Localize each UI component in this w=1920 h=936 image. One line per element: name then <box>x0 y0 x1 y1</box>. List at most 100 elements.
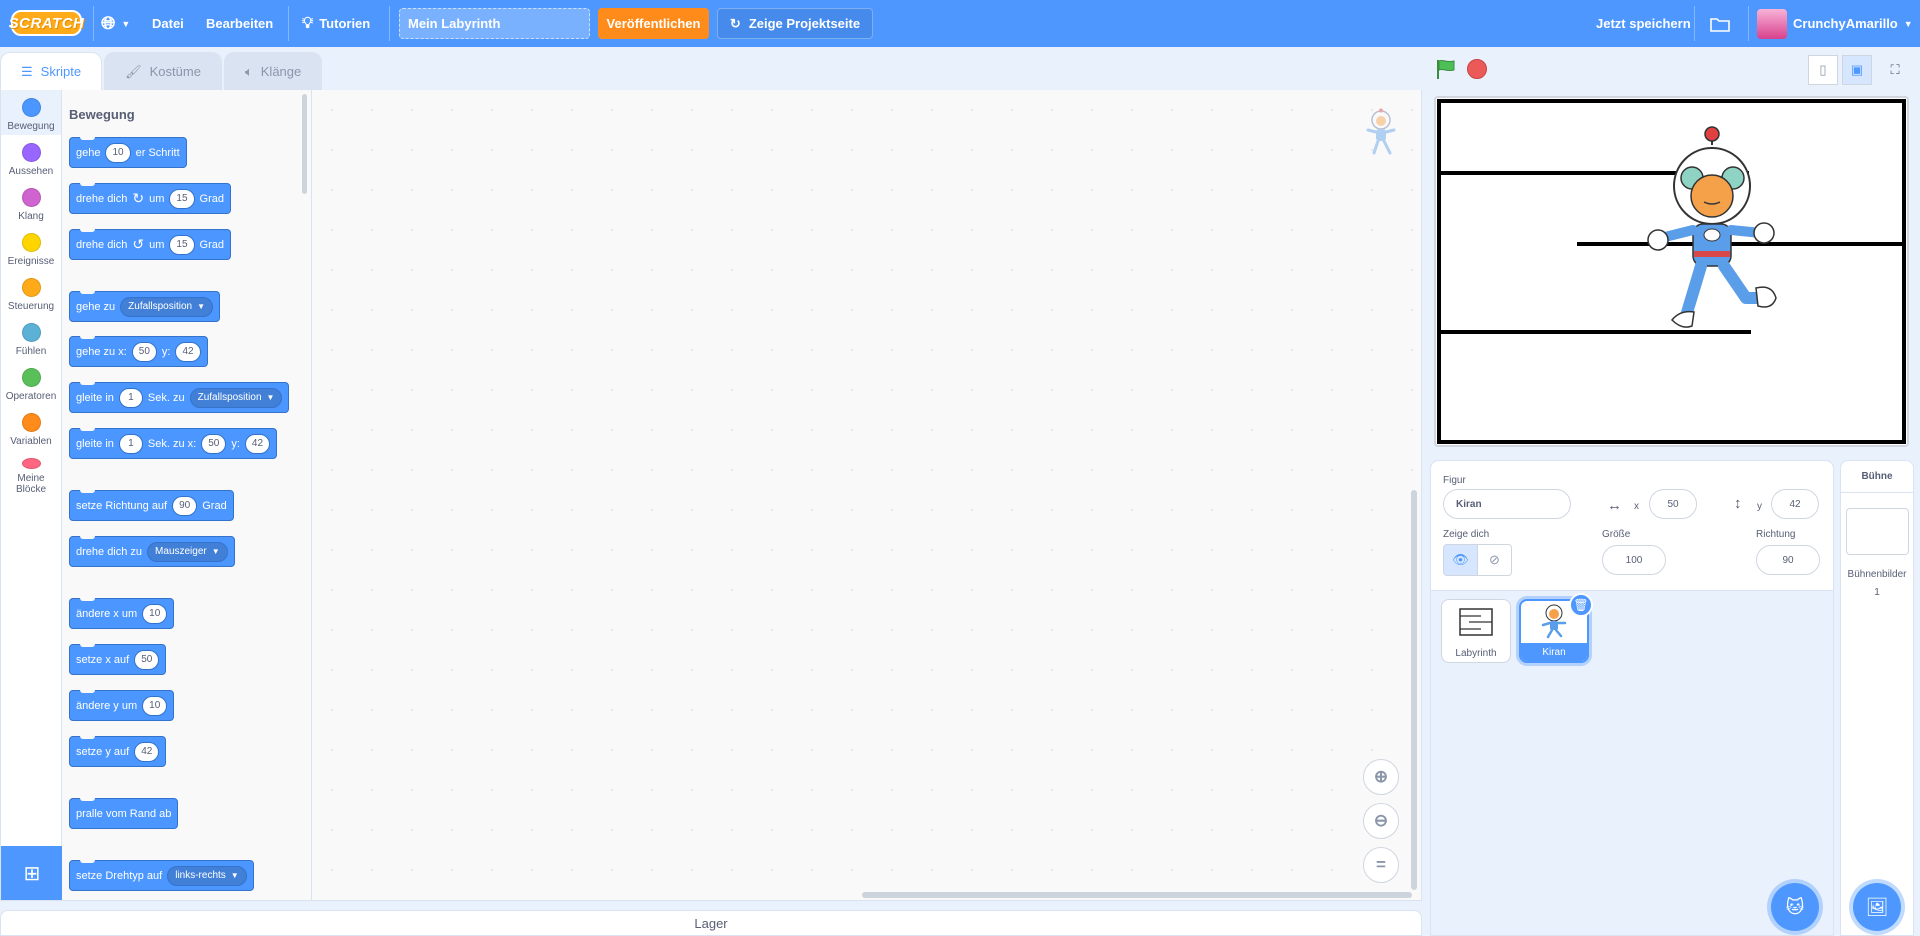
tutorials-button[interactable]: 💡︎ Tutorien <box>302 0 370 47</box>
category-fühlen[interactable]: Fühlen <box>1 315 61 360</box>
script-workspace[interactable]: ⊕ ⊖ = <box>312 90 1422 901</box>
block-change-y[interactable]: ändere y um 10 <box>69 690 175 721</box>
scratch-logo[interactable]: SCRATCH <box>9 10 84 36</box>
block-turn-right[interactable]: drehe dich ↻ um 15 Grad <box>69 183 231 214</box>
direction-input[interactable]: 90 <box>172 495 198 516</box>
see-project-page-button[interactable]: ↻ Zeige Projektseite <box>717 8 873 39</box>
backdrops-label: Bühnenbilder <box>1847 569 1907 580</box>
project-title-input[interactable]: Mein Labyrinth <box>399 8 590 39</box>
block-point-direction[interactable]: setze Richtung auf 90 Grad <box>69 490 234 521</box>
dx-input[interactable]: 10 <box>142 603 168 624</box>
y-input[interactable]: 42 <box>244 433 271 454</box>
category-variablen[interactable]: Variablen <box>1 405 61 450</box>
sprite-tile-labyrinth[interactable]: Labyrinth <box>1441 599 1511 663</box>
account-menu[interactable]: CrunchyAmarillo ▼ <box>1757 0 1913 47</box>
add-extension-button[interactable]: ⊞ <box>1 846 63 900</box>
zoom-out-button[interactable]: ⊖ <box>1363 803 1399 839</box>
menu-separator <box>288 6 289 41</box>
hide-sprite-button[interactable]: ⊘ <box>1477 544 1512 576</box>
degrees-input[interactable]: 15 <box>169 188 195 209</box>
x-input[interactable]: 50 <box>134 649 160 670</box>
file-menu[interactable]: Datei <box>152 0 184 47</box>
category-bewegung[interactable]: Bewegung <box>1 90 61 135</box>
block-turn-left[interactable]: drehe dich ↺ um 15 Grad <box>69 229 231 260</box>
menu-separator <box>93 6 94 41</box>
category-label: Klang <box>18 211 44 222</box>
dy-input[interactable]: 10 <box>142 695 168 716</box>
block-text: gehe <box>76 146 101 159</box>
tab-code[interactable]: ☰ Skripte <box>0 52 103 90</box>
backpack-header[interactable]: Lager <box>0 910 1422 936</box>
category-steuerung[interactable]: Steuerung <box>1 270 61 315</box>
category-meine-blöcke[interactable]: Meine Blöcke <box>1 450 61 495</box>
direction-input[interactable]: 90 <box>1756 545 1820 575</box>
choose-sprite-button[interactable]: 🐱︎ <box>1771 883 1819 931</box>
palette-scrollbar[interactable] <box>302 94 307 194</box>
my-stuff-button[interactable] <box>1710 0 1730 47</box>
vertical-scrollbar[interactable] <box>1411 490 1417 890</box>
category-operatoren[interactable]: Operatoren <box>1 360 61 405</box>
small-stage-button[interactable]: ▯ <box>1808 55 1838 85</box>
edit-menu[interactable]: Bearbeiten <box>206 0 273 47</box>
menu-separator <box>389 6 390 41</box>
seconds-input[interactable]: 1 <box>118 433 143 454</box>
tab-sounds[interactable]: 🔈︎ Klänge <box>223 52 323 90</box>
fullscreen-button[interactable]: ⛶ <box>1880 55 1910 85</box>
save-now-button[interactable]: Jetzt speichern <box>1596 0 1691 47</box>
language-menu[interactable]: 🌐︎ ▼ <box>101 0 130 47</box>
goto-target-dropdown[interactable]: Zufallsposition ▼ <box>120 296 213 317</box>
kiran-thumbnail <box>1541 604 1567 639</box>
green-flag-icon[interactable] <box>1435 58 1457 80</box>
glide-target-dropdown[interactable]: Zufallsposition ▼ <box>189 387 283 408</box>
y-input[interactable]: 42 <box>134 741 160 762</box>
category-aussehen[interactable]: Aussehen <box>1 135 61 180</box>
seconds-input[interactable]: 1 <box>118 387 143 408</box>
point-towards-dropdown[interactable]: Mauszeiger ▼ <box>147 541 228 562</box>
block-goto-xy[interactable]: gehe zu x: 50 y: 42 <box>69 336 208 367</box>
stage-selector[interactable]: Bühne Bühnenbilder 1 🖼︎ <box>1840 460 1914 936</box>
category-label: Operatoren <box>5 391 57 402</box>
tutorials-label: Tutorien <box>319 16 371 31</box>
block-glide-xy[interactable]: gleite in 1 Sek. zu x: 50 y: 42 <box>69 428 278 459</box>
block-text: setze x auf <box>76 653 130 666</box>
zoom-in-button[interactable]: ⊕ <box>1363 759 1399 795</box>
delete-sprite-button[interactable]: 🗑︎ <box>1569 593 1593 617</box>
y-position-input[interactable]: 42 <box>1771 489 1819 519</box>
degrees-input[interactable]: 15 <box>169 234 195 255</box>
choose-backdrop-button[interactable]: 🖼︎ <box>1853 883 1901 931</box>
share-button[interactable]: Veröffentlichen <box>598 8 709 39</box>
x-input[interactable]: 50 <box>131 341 157 362</box>
block-glide-to[interactable]: gleite in 1 Sek. zu Zufallsposition ▼ <box>69 382 290 413</box>
tab-costumes[interactable]: 🖌︎ Kostüme <box>104 52 222 90</box>
x-input[interactable]: 50 <box>201 433 227 454</box>
stop-button[interactable] <box>1467 59 1487 79</box>
block-goto[interactable]: gehe zu Zufallsposition ▼ <box>69 291 220 322</box>
sprite-tile-name: Kiran <box>1521 643 1587 661</box>
horizontal-scrollbar[interactable] <box>862 892 1412 898</box>
block-change-x[interactable]: ändere x um 10 <box>69 598 175 629</box>
rotation-style-dropdown[interactable]: links-rechts ▼ <box>167 865 247 886</box>
block-bounce[interactable]: pralle vom Rand ab <box>69 798 179 829</box>
x-position-input[interactable]: 50 <box>1649 489 1697 519</box>
category-color-icon <box>21 278 41 297</box>
steps-input[interactable]: 10 <box>105 142 131 163</box>
zoom-reset-button[interactable]: = <box>1363 847 1399 883</box>
block-point-towards[interactable]: drehe dich zu Mauszeiger ▼ <box>69 536 235 567</box>
block-move-steps[interactable]: gehe 10 er Schritt <box>69 137 187 168</box>
block-set-x[interactable]: setze x auf 50 <box>69 644 167 675</box>
normal-stage-button[interactable]: ▣ <box>1842 55 1872 85</box>
y-input[interactable]: 42 <box>175 341 201 362</box>
show-sprite-button[interactable]: 👁︎ <box>1443 544 1478 576</box>
size-input[interactable]: 100 <box>1602 545 1666 575</box>
category-ereignisse[interactable]: Ereignisse <box>1 225 61 270</box>
category-klang[interactable]: Klang <box>1 180 61 225</box>
tab-label: Kostüme <box>149 64 201 79</box>
caret-down-icon: ▼ <box>230 871 239 880</box>
sprite-name-input[interactable]: Kiran <box>1443 489 1571 519</box>
block-text: ändere y um <box>76 699 138 712</box>
stage-canvas[interactable] <box>1434 96 1909 447</box>
small-stage-icon: ▯ <box>1819 62 1827 77</box>
backdrop-thumbnail <box>1846 508 1909 555</box>
block-set-y[interactable]: setze y auf 42 <box>69 736 167 767</box>
block-rotation-style[interactable]: setze Drehtyp auf links-rechts ▼ <box>69 860 254 891</box>
